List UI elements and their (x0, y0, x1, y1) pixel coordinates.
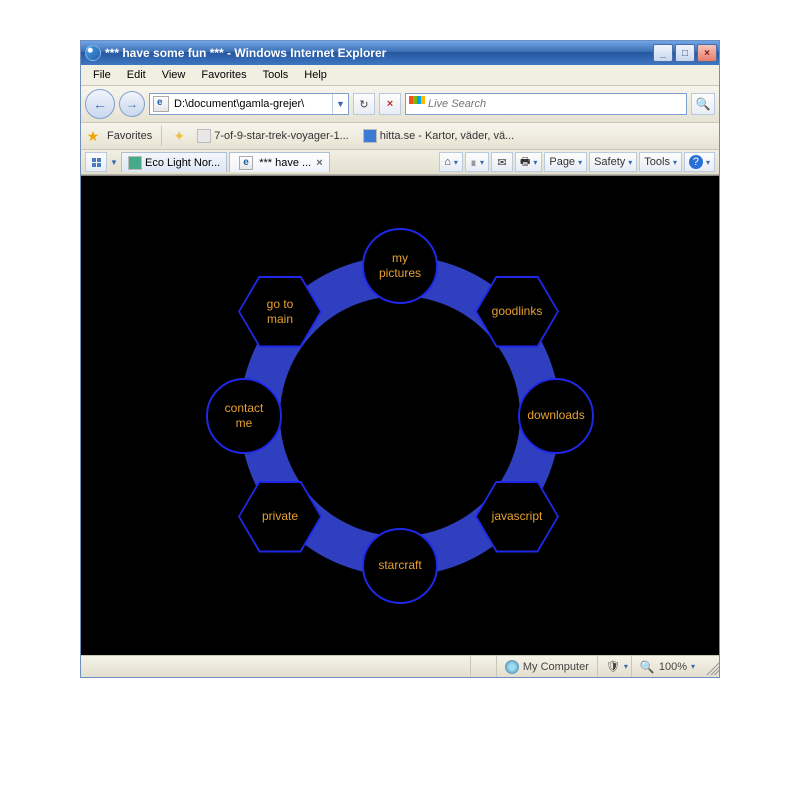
grid-icon (92, 158, 101, 167)
favorite-link-1[interactable]: 7-of-9-star-trek-voyager-1... (193, 128, 352, 144)
menu-file[interactable]: File (85, 67, 119, 83)
quick-tabs-button[interactable] (85, 152, 107, 172)
favorites-star-icon[interactable]: ★ (85, 128, 101, 144)
status-message (81, 656, 470, 677)
status-bar: My Computer 🛡▾ 🔍 100% ▾ (81, 655, 719, 677)
tab-toolbar: ▼ Eco Light Nor... *** have ... × ⌂▾ ∎▾ … (81, 150, 719, 175)
menu-edit[interactable]: Edit (119, 67, 154, 83)
browser-window: *** have some fun *** - Windows Internet… (80, 40, 720, 678)
mail-icon: ✉ (497, 156, 506, 169)
page-icon (197, 129, 211, 143)
search-input[interactable] (428, 98, 686, 110)
zoom-label: 100% (659, 661, 687, 673)
favorite-link-1-label: 7-of-9-star-trek-voyager-1... (214, 130, 348, 142)
close-button[interactable]: × (697, 44, 717, 62)
menu-view[interactable]: View (154, 67, 194, 83)
search-provider-icon (409, 96, 425, 112)
titlebar: *** have some fun *** - Windows Internet… (81, 41, 719, 65)
favorites-bar: ★ Favorites ✦ 7-of-9-star-trek-voyager-1… (81, 123, 719, 150)
zone-label: My Computer (523, 661, 589, 673)
maximize-button[interactable]: □ (675, 44, 695, 62)
search-button[interactable]: 🔍 (691, 93, 715, 115)
site-icon (363, 129, 377, 143)
home-icon: ⌂ (444, 156, 451, 168)
help-icon: ? (689, 155, 703, 169)
minimize-button[interactable]: _ (653, 44, 673, 62)
tools-menu-label: Tools (644, 156, 670, 168)
rss-icon: ∎ (470, 156, 477, 169)
print-button[interactable]: 🖶▾ (515, 152, 542, 172)
page-content: my pictures goodlinks downloads javascri… (81, 175, 719, 655)
page-icon (153, 96, 169, 112)
page-menu-button[interactable]: Page▾ (544, 152, 587, 172)
status-protected-mode[interactable]: 🛡▾ (597, 656, 631, 677)
menubar: File Edit View Favorites Tools Help (81, 65, 719, 86)
feeds-button[interactable]: ∎▾ (465, 152, 489, 172)
chevron-down-icon: ▾ (691, 662, 695, 671)
page-menu-label: Page (549, 156, 575, 168)
home-button[interactable]: ⌂▾ (439, 152, 463, 172)
node-downloads[interactable]: downloads (518, 378, 594, 454)
tab-eco-light[interactable]: Eco Light Nor... (121, 152, 227, 172)
favorite-link-2-label: hitta.se - Kartor, väder, vä... (380, 130, 515, 142)
favorites-label[interactable]: Favorites (107, 130, 152, 142)
tab-icon (239, 156, 253, 170)
forward-button[interactable]: → (119, 91, 145, 117)
tab-have-fun[interactable]: *** have ... × (229, 152, 329, 172)
back-button[interactable]: ← (85, 89, 115, 119)
safety-menu-button[interactable]: Safety▾ (589, 152, 637, 172)
refresh-button[interactable]: ↻ (353, 93, 375, 115)
ie-icon (85, 45, 101, 61)
node-label: go to main (240, 278, 320, 346)
stop-button[interactable]: × (379, 93, 401, 115)
suggested-sites-icon[interactable]: ✦ (171, 128, 187, 144)
tab-list-dropdown[interactable]: ▼ (109, 158, 119, 167)
navigation-toolbar: ← → D:\document\gamla-grejer\ ▼ ↻ × 🔍 (81, 86, 719, 123)
print-icon: 🖶 (520, 153, 530, 172)
zoom-icon: 🔍 (640, 660, 655, 674)
resize-grip[interactable] (703, 659, 719, 675)
node-label: goodlinks (477, 278, 557, 346)
address-bar[interactable]: D:\document\gamla-grejer\ ▼ (149, 93, 349, 115)
window-title: *** have some fun *** - Windows Internet… (105, 46, 653, 60)
menu-tools[interactable]: Tools (255, 67, 297, 83)
node-label: private (240, 483, 320, 551)
safety-menu-label: Safety (594, 156, 625, 168)
address-dropdown-icon[interactable]: ▼ (332, 94, 348, 114)
help-button[interactable]: ?▾ (684, 152, 715, 172)
separator (161, 126, 162, 146)
favorite-link-2[interactable]: hitta.se - Kartor, väder, vä... (359, 128, 519, 144)
tools-menu-button[interactable]: Tools▾ (639, 152, 682, 172)
tab-close-icon[interactable]: × (316, 157, 322, 169)
shield-icon: 🛡 (606, 660, 620, 673)
node-label: javascript (477, 483, 557, 551)
address-input[interactable]: D:\document\gamla-grejer\ (172, 98, 332, 110)
status-popup-blocker[interactable] (470, 656, 496, 677)
menu-favorites[interactable]: Favorites (193, 67, 254, 83)
menu-help[interactable]: Help (296, 67, 335, 83)
ring-menu: my pictures goodlinks downloads javascri… (240, 256, 560, 576)
node-contact-me[interactable]: contact me (206, 378, 282, 454)
zone-icon (505, 660, 519, 674)
tab-label: *** have ... (259, 157, 311, 169)
tab-label: Eco Light Nor... (145, 157, 220, 169)
search-bar[interactable] (405, 93, 687, 115)
status-zoom[interactable]: 🔍 100% ▾ (631, 656, 703, 677)
node-my-pictures[interactable]: my pictures (362, 228, 438, 304)
command-bar: ⌂▾ ∎▾ ✉ 🖶▾ Page▾ Safety▾ Tools▾ ?▾ (439, 152, 715, 172)
mail-button[interactable]: ✉ (491, 152, 513, 172)
node-starcraft[interactable]: starcraft (362, 528, 438, 604)
tab-icon (128, 156, 142, 170)
status-zone: My Computer (496, 656, 597, 677)
